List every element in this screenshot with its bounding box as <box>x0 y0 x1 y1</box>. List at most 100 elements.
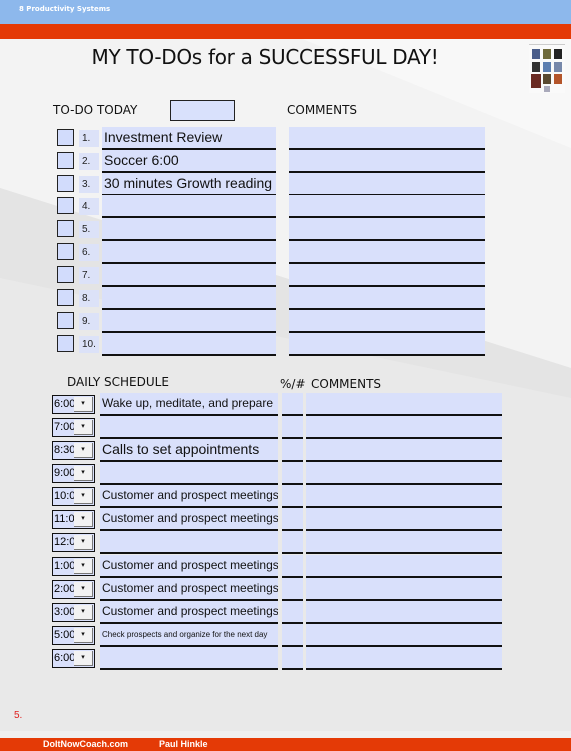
time-select[interactable]: 1:00 ▾ <box>52 557 95 576</box>
todo-checkbox[interactable] <box>57 152 74 169</box>
chevron-down-icon[interactable]: ▾ <box>74 605 93 620</box>
time-select[interactable]: 11:00▾ <box>52 510 95 529</box>
todo-task-field[interactable]: Soccer 6:00 <box>102 150 276 173</box>
todo-comment-field[interactable] <box>289 127 485 150</box>
schedule-task-field[interactable] <box>100 416 278 439</box>
todo-checkbox[interactable] <box>57 266 74 283</box>
schedule-task-field[interactable]: Calls to set appointments <box>100 439 278 462</box>
todo-task-field[interactable] <box>102 333 276 356</box>
schedule-pct-field[interactable] <box>282 508 303 531</box>
schedule-pct-field[interactable] <box>282 578 303 601</box>
schedule-comment-field[interactable] <box>306 439 502 462</box>
todo-comment-field[interactable] <box>289 195 485 218</box>
time-select[interactable]: 6:00 ▾ <box>52 649 95 668</box>
chevron-down-icon[interactable]: ▾ <box>74 651 93 666</box>
todo-task-field[interactable] <box>102 264 276 287</box>
schedule-task-field[interactable]: Check prospects and organize for the nex… <box>100 624 278 647</box>
todo-task-field[interactable]: Investment Review <box>102 127 276 150</box>
time-value: 11:00 <box>54 513 74 525</box>
chevron-down-icon[interactable]: ▾ <box>74 466 93 481</box>
schedule-comment-field[interactable] <box>306 393 502 416</box>
chevron-down-icon[interactable]: ▾ <box>74 489 93 504</box>
todo-task-field[interactable] <box>102 241 276 264</box>
time-select[interactable]: 5:00 ▾ <box>52 626 95 645</box>
todo-comment-field[interactable] <box>289 218 485 241</box>
chevron-down-icon[interactable]: ▾ <box>74 535 93 550</box>
schedule-pct-field[interactable] <box>282 555 303 578</box>
time-select[interactable]: 6:00 ▾ <box>52 395 95 414</box>
schedule-comments-heading: COMMENTS <box>311 377 382 391</box>
time-select[interactable]: 8:30 ▾ <box>52 441 95 460</box>
chevron-down-icon[interactable]: ▾ <box>74 582 93 597</box>
todo-number: 1. <box>79 130 99 147</box>
todo-number: 3. <box>79 176 99 193</box>
schedule-pct-field[interactable] <box>282 531 303 554</box>
todo-task-field[interactable] <box>102 310 276 333</box>
chevron-down-icon[interactable]: ▾ <box>74 420 93 435</box>
schedule-comment-field[interactable] <box>306 624 502 647</box>
todo-checkbox[interactable] <box>57 197 74 214</box>
schedule-comment-field[interactable] <box>306 647 502 670</box>
schedule-task-field[interactable]: Wake up, meditate, and prepare <box>100 393 278 416</box>
schedule-comment-field[interactable] <box>306 578 502 601</box>
todo-checkbox[interactable] <box>57 289 74 306</box>
schedule-pct-field[interactable] <box>282 601 303 624</box>
todo-checkbox[interactable] <box>57 129 74 146</box>
page-title: MY TO-DOs for a SUCCESSFUL DAY! <box>91 45 439 69</box>
todo-comment-field[interactable] <box>289 264 485 287</box>
schedule-comment-field[interactable] <box>306 508 502 531</box>
todo-comment-field[interactable] <box>289 333 485 356</box>
todo-comment-field[interactable] <box>289 173 485 196</box>
schedule-task-field[interactable] <box>100 462 278 485</box>
schedule-task-field[interactable] <box>100 531 278 554</box>
todo-checkbox[interactable] <box>57 243 74 260</box>
schedule-pct-field[interactable] <box>282 624 303 647</box>
schedule-task-field[interactable]: Customer and prospect meetings <box>100 601 278 624</box>
todo-checkbox[interactable] <box>57 312 74 329</box>
time-select[interactable]: 7:00 ▾ <box>52 418 95 437</box>
schedule-heading: DAILY SCHEDULE <box>67 375 169 389</box>
schedule-pct-field[interactable] <box>282 416 303 439</box>
time-select[interactable]: 3:00 ▾ <box>52 603 95 622</box>
schedule-task-field[interactable] <box>100 647 278 670</box>
chevron-down-icon[interactable]: ▾ <box>74 628 93 643</box>
footer-website-link[interactable]: DoItNowCoach.com <box>43 739 128 749</box>
todo-checkbox[interactable] <box>57 335 74 352</box>
chevron-down-icon[interactable]: ▾ <box>74 512 93 527</box>
book-covers-thumbnail <box>529 44 565 93</box>
chevron-down-icon[interactable]: ▾ <box>74 397 93 412</box>
todo-checkbox[interactable] <box>57 220 74 237</box>
schedule-pct-field[interactable] <box>282 439 303 462</box>
todo-task-field[interactable] <box>102 195 276 218</box>
chevron-down-icon[interactable]: ▾ <box>74 443 93 458</box>
time-select[interactable]: 2:00 ▾ <box>52 580 95 599</box>
schedule-comment-field[interactable] <box>306 462 502 485</box>
schedule-pct-field[interactable] <box>282 393 303 416</box>
todo-task-field[interactable] <box>102 287 276 310</box>
todo-task-field[interactable]: 30 minutes Growth reading <box>102 173 276 196</box>
schedule-pct-field[interactable] <box>282 485 303 508</box>
schedule-comment-field[interactable] <box>306 485 502 508</box>
todo-comment-field[interactable] <box>289 150 485 173</box>
chevron-down-icon[interactable]: ▾ <box>74 559 93 574</box>
time-select[interactable]: 10:00▾ <box>52 487 95 506</box>
todo-task-field[interactable] <box>102 218 276 241</box>
date-input[interactable] <box>170 100 235 121</box>
schedule-task-field[interactable]: Customer and prospect meetings <box>100 485 278 508</box>
schedule-comment-field[interactable] <box>306 531 502 554</box>
todo-comment-field[interactable] <box>289 310 485 333</box>
time-select[interactable]: 9:00 ▾ <box>52 464 95 483</box>
schedule-pct-field[interactable] <box>282 647 303 670</box>
todo-checkbox[interactable] <box>57 175 74 192</box>
todo-number: 5. <box>79 221 99 238</box>
todo-comment-field[interactable] <box>289 287 485 310</box>
schedule-comment-field[interactable] <box>306 416 502 439</box>
todo-comment-field[interactable] <box>289 241 485 264</box>
schedule-pct-field[interactable] <box>282 462 303 485</box>
schedule-comment-field[interactable] <box>306 601 502 624</box>
schedule-task-field[interactable]: Customer and prospect meetings <box>100 578 278 601</box>
schedule-task-field[interactable]: Customer and prospect meetings <box>100 508 278 531</box>
time-select[interactable]: 12:00▾ <box>52 533 95 552</box>
schedule-comment-field[interactable] <box>306 555 502 578</box>
schedule-task-field[interactable]: Customer and prospect meetings <box>100 555 278 578</box>
